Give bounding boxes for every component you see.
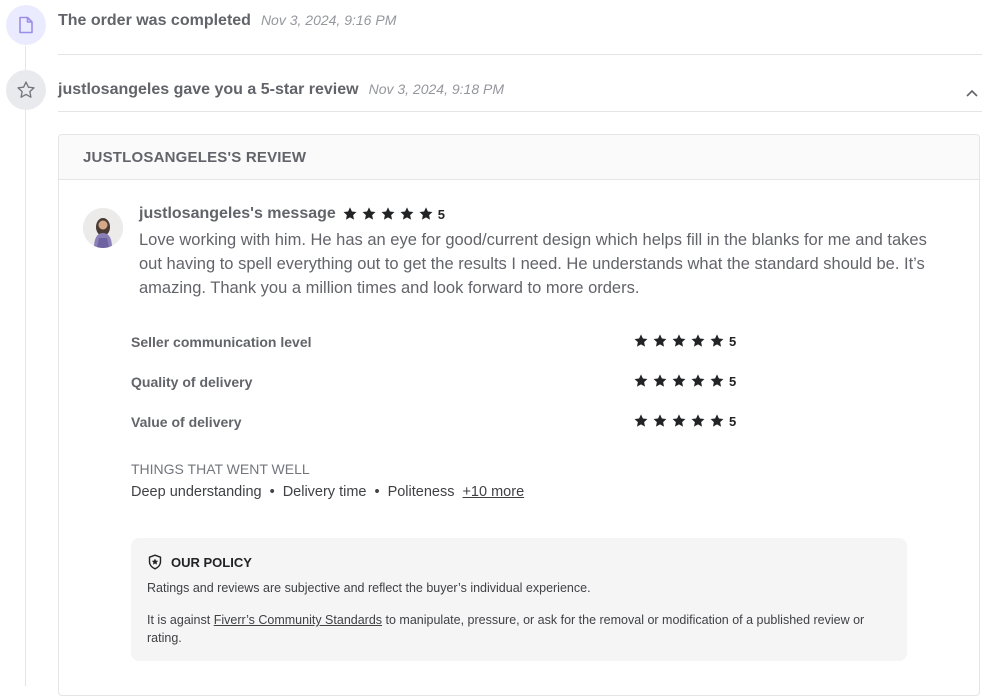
- divider: [58, 54, 982, 55]
- star-rating: [633, 413, 725, 429]
- review-card-header: JUSTLOSANGELES'S REVIEW: [59, 135, 979, 180]
- star-filled-icon: [419, 207, 433, 220]
- review-message-title: justlosangeles's message: [139, 205, 336, 222]
- event-timestamp: Nov 3, 2024, 9:18 PM: [368, 81, 504, 97]
- star-outline-icon: [17, 81, 35, 98]
- star-filled-icon: [672, 334, 686, 347]
- went-well-title: THINGS THAT WENT WELL: [131, 461, 310, 477]
- went-well-list: Deep understanding • Delivery time • Pol…: [131, 484, 524, 500]
- star-filled-icon: [381, 207, 395, 220]
- event-review: justlosangeles gave you a 5-star review N…: [58, 81, 504, 99]
- criteria-label: Value of delivery: [131, 414, 242, 430]
- review-card: JUSTLOSANGELES'S REVIEW justlosangeles's…: [58, 134, 980, 696]
- timeline-line: [25, 46, 26, 686]
- star-filled-icon: [710, 414, 724, 427]
- star-filled-icon: [653, 374, 667, 387]
- rating-value: 5: [729, 333, 737, 349]
- star-filled-icon: [672, 374, 686, 387]
- review-message-text: Love working with him. He has an eye for…: [139, 231, 927, 297]
- more-link[interactable]: +10 more: [462, 484, 524, 500]
- event-order-completed: The order was completed Nov 3, 2024, 9:16…: [58, 12, 396, 30]
- community-standards-link[interactable]: Fiverr’s Community Standards: [214, 613, 382, 627]
- policy-title: OUR POLICY: [171, 554, 252, 570]
- star-filled-icon: [653, 414, 667, 427]
- criteria-rating: 5: [633, 413, 736, 429]
- star-rating: [633, 373, 725, 389]
- rating-value: 5: [729, 413, 737, 429]
- star-filled-icon: [400, 207, 414, 220]
- went-well-item: Delivery time: [282, 484, 367, 500]
- avatar-image: [83, 208, 123, 248]
- star-filled-icon: [710, 334, 724, 347]
- star-filled-icon: [691, 374, 705, 387]
- star-filled-icon: [343, 207, 357, 220]
- event-title: The order was completed: [58, 12, 251, 29]
- star-filled-icon: [710, 374, 724, 387]
- event-title: justlosangeles gave you a 5-star review: [58, 81, 359, 98]
- bullet-separator: •: [269, 484, 275, 500]
- divider: [58, 111, 982, 112]
- star-filled-icon: [672, 414, 686, 427]
- event-timestamp: Nov 3, 2024, 9:16 PM: [260, 12, 397, 28]
- review-event-icon: [6, 70, 46, 110]
- order-completed-event-icon: [6, 5, 46, 45]
- criteria-rating: 5: [633, 333, 736, 349]
- policy-box: OUR POLICY Ratings and reviews are subje…: [131, 538, 907, 661]
- criteria-label: Seller communication level: [131, 334, 312, 350]
- policy-header: OUR POLICY: [147, 554, 252, 570]
- bullet-separator: •: [374, 484, 380, 500]
- avatar: [83, 208, 123, 248]
- document-icon: [19, 16, 33, 34]
- chevron-up-icon[interactable]: [965, 86, 979, 100]
- went-well-item: Politeness: [387, 484, 455, 500]
- review-message-header: justlosangeles's message 5: [139, 205, 445, 223]
- policy-text-part: It is against: [147, 613, 214, 627]
- star-filled-icon: [634, 374, 648, 387]
- star-filled-icon: [691, 414, 705, 427]
- went-well-item: Deep understanding: [131, 484, 262, 500]
- star-filled-icon: [653, 334, 667, 347]
- criteria-rating: 5: [633, 373, 736, 389]
- star-filled-icon: [634, 334, 648, 347]
- star-rating: [633, 333, 725, 349]
- star-filled-icon: [634, 414, 648, 427]
- overall-star-rating: [342, 206, 434, 222]
- overall-rating-value: 5: [437, 206, 446, 222]
- star-filled-icon: [691, 334, 705, 347]
- policy-text: Ratings and reviews are subjective and r…: [147, 581, 591, 595]
- policy-text: It is against Fiverr’s Community Standar…: [147, 611, 897, 647]
- star-filled-icon: [362, 207, 376, 220]
- shield-icon: [148, 554, 162, 570]
- criteria-label: Quality of delivery: [131, 374, 253, 390]
- rating-value: 5: [729, 373, 737, 389]
